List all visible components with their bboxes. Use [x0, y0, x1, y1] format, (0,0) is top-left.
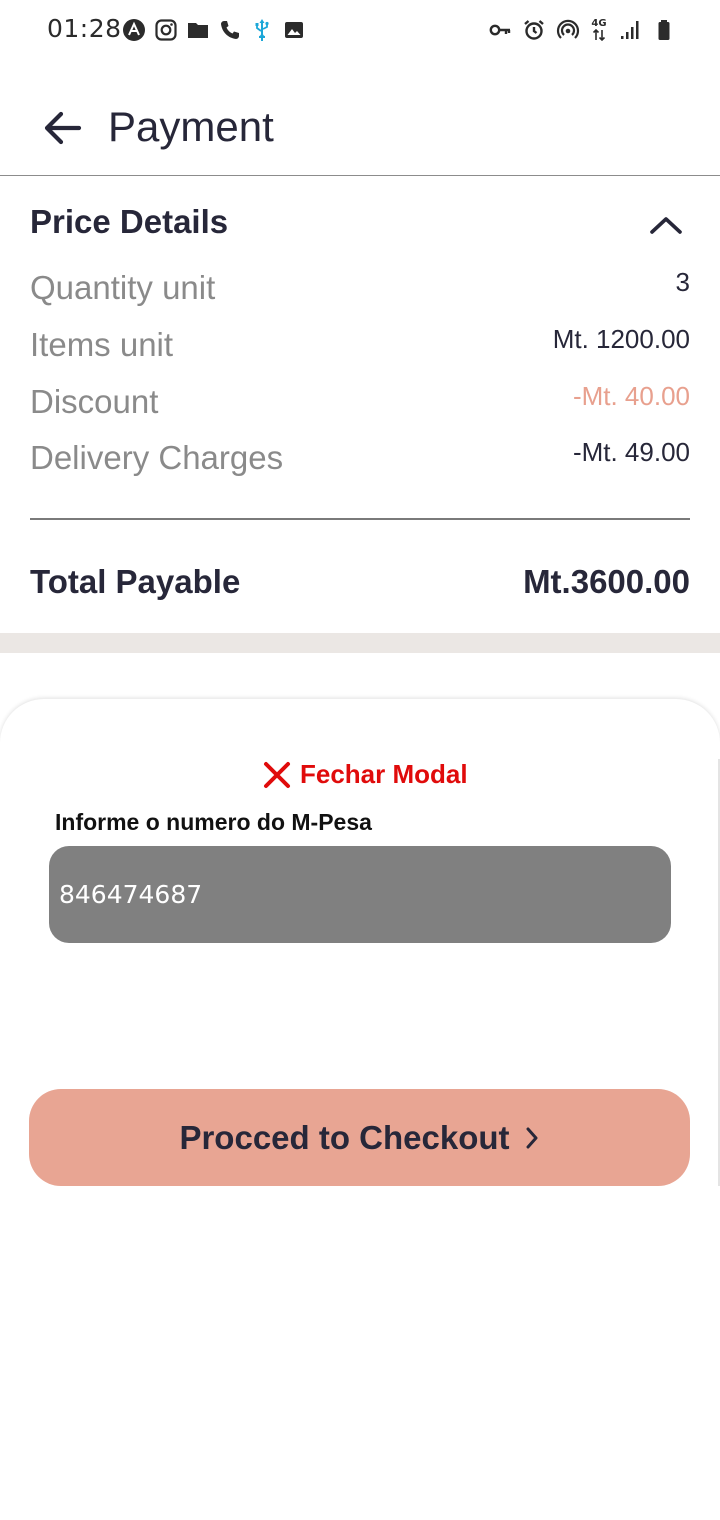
arrow-left-icon: [44, 111, 82, 145]
discount-value: -Mt. 40.00: [572, 381, 690, 411]
usb-icon: [255, 19, 269, 41]
items-unit-value: Mt. 1200.00: [552, 324, 690, 354]
network-4g-label: 4G: [591, 18, 607, 29]
page-title: Payment: [108, 103, 274, 150]
quantity-unit-label: Quantity unit: [30, 269, 216, 306]
folder-icon: [188, 23, 208, 38]
section-separator: [0, 633, 720, 653]
collapse-button[interactable]: [642, 205, 690, 245]
phone-icon: [221, 21, 239, 39]
hotspot-icon: [556, 19, 580, 39]
items-unit-label: Items unit: [30, 326, 174, 363]
status-time: 01:28: [47, 14, 122, 43]
close-icon: [264, 761, 290, 788]
close-modal-label: Fechar Modal: [300, 759, 468, 789]
total-payable-label: Total Payable: [30, 563, 241, 600]
chevron-up-icon: [650, 217, 682, 234]
delivery-charges-label: Delivery Charges: [30, 439, 284, 476]
delivery-charges-value: -Mt. 49.00: [572, 437, 690, 467]
status-icons-right: 4G: [488, 16, 676, 44]
network-4g-icon: 4G: [590, 19, 608, 41]
checkout-button[interactable]: Procced to Checkout: [29, 1089, 690, 1186]
instagram-icon: [155, 19, 177, 41]
key-icon: [489, 24, 511, 36]
alarm-icon: [524, 20, 544, 40]
status-icons-left: [122, 16, 306, 44]
chevron-right-icon: [526, 1127, 538, 1148]
quantity-unit-value: 3: [675, 267, 690, 297]
mpesa-number-input[interactable]: [49, 846, 671, 943]
mpesa-field-label: Informe o numero do M-Pesa: [55, 809, 372, 835]
app-a-icon: [123, 19, 145, 41]
battery-icon: [658, 20, 670, 40]
price-details-section: Price Details Quantity unit 3 Items unit…: [0, 177, 720, 633]
image-icon: [285, 22, 303, 38]
price-details-title: Price Details: [30, 203, 229, 240]
mpesa-modal: Fechar Modal Informe o numero do M-Pesa …: [0, 699, 720, 1520]
signal-icon: [621, 21, 639, 39]
data-arrows-icon: [592, 29, 606, 41]
close-modal-button[interactable]: Fechar Modal: [262, 759, 468, 790]
back-button[interactable]: [34, 104, 90, 152]
divider: [30, 518, 690, 520]
total-payable-value: Mt.3600.00: [523, 563, 690, 600]
checkout-label: Procced to Checkout: [179, 1118, 510, 1156]
status-bar: 01:28 4G: [0, 0, 720, 60]
discount-label: Discount: [30, 383, 159, 420]
app-header: Payment: [0, 80, 720, 176]
